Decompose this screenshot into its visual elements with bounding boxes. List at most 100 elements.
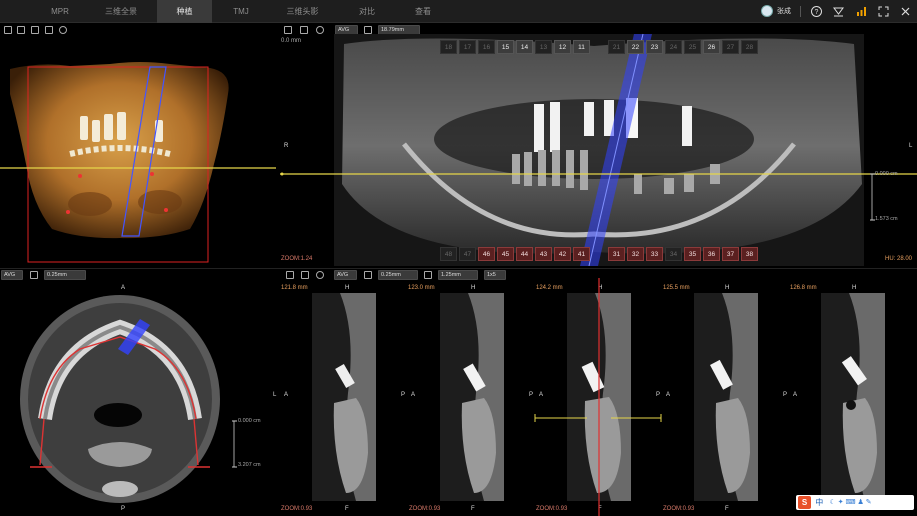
tooth-25[interactable]: 25 <box>684 40 701 54</box>
slice-5-a: A <box>793 392 798 398</box>
tooth-17[interactable]: 17 <box>459 40 476 54</box>
slice-1-h: H <box>345 285 350 291</box>
slice-1-zoom: ZOOM:0.93 <box>281 506 313 512</box>
close-icon[interactable] <box>899 5 912 18</box>
user-avatar[interactable] <box>761 5 773 17</box>
pano-side-right: R <box>284 143 289 149</box>
3d-render <box>0 62 276 263</box>
slice-4-pos: 125.5 mm <box>663 285 690 291</box>
tooth-35[interactable]: 35 <box>684 247 701 261</box>
tab-view[interactable]: 查看 <box>405 0 441 23</box>
tooth-47[interactable]: 47 <box>459 247 476 261</box>
tooth-44[interactable]: 44 <box>516 247 533 261</box>
tooth-18[interactable]: 18 <box>440 40 457 54</box>
pano-scale-top: 0.000 cm <box>875 171 898 177</box>
help-icon[interactable]: ? <box>810 5 823 18</box>
slice-2-f: F <box>471 506 475 512</box>
slice-2-pos: 123.0 mm <box>408 285 435 291</box>
tooth-15[interactable]: 15 <box>497 40 514 54</box>
pano-zoom: ZOOM:1.24 <box>281 256 313 262</box>
tooth-33[interactable]: 33 <box>646 247 663 261</box>
pano-depth: 0.0 mm <box>281 38 302 44</box>
axial-panel[interactable]: AVG 0.25mm A P 0.000 cm 3.207 cm <box>0 268 276 516</box>
tooth-38[interactable]: 38 <box>741 247 758 261</box>
tooth-41[interactable]: 41 <box>573 247 590 261</box>
tooth-12[interactable]: 12 <box>554 40 571 54</box>
3d-view-panel[interactable] <box>0 24 276 264</box>
settings-icon[interactable] <box>316 26 324 34</box>
cross-avg-select[interactable]: AVG <box>334 270 357 280</box>
chart-icon[interactable] <box>855 5 868 18</box>
axial-scale-top: 0.000 cm <box>238 418 261 424</box>
fullscreen-icon[interactable] <box>877 5 890 18</box>
tooth-28[interactable]: 28 <box>741 40 758 54</box>
ime-tools-icon[interactable]: ☾ ✦ ⌨ ♟ ✎ <box>829 495 871 510</box>
slice-2-image <box>440 293 504 501</box>
download-icon[interactable] <box>832 5 845 18</box>
tooth-48[interactable]: 48 <box>440 247 457 261</box>
tab-3d-ceph[interactable]: 三维头影 <box>280 0 325 23</box>
ime-toolbar[interactable]: S 中 ☾ ✦ ⌨ ♟ ✎ <box>796 495 914 510</box>
slice-1-pos: 121.8 mm <box>281 285 308 291</box>
slice-1-l: L <box>273 392 277 398</box>
slice-4-a: A <box>666 392 671 398</box>
tooth-45[interactable]: 45 <box>497 247 514 261</box>
tab-implant[interactable]: 种植 <box>157 0 212 23</box>
tooth-22[interactable]: 22 <box>627 40 644 54</box>
slice-5-pos: 126.8 mm <box>790 285 817 291</box>
cross-spacing-icon[interactable] <box>424 271 432 279</box>
slice-4-h: H <box>725 285 730 291</box>
tab-compare[interactable]: 对比 <box>349 0 385 23</box>
top-toolbar: MPR 三维全景 种植 TMJ 三维头影 对比 查看 张成 ? <box>0 0 917 23</box>
axial-scale-bottom: 3.207 cm <box>238 462 261 468</box>
cross-thickness-select[interactable]: 0.25mm <box>378 270 418 280</box>
pano-scale-bottom: 1.573 cm <box>875 216 898 222</box>
tooth-36[interactable]: 36 <box>703 247 720 261</box>
slice-4-l: P <box>656 392 661 398</box>
tooth-13[interactable]: 13 <box>535 40 552 54</box>
cross-layout-select[interactable]: 1x5 <box>484 270 506 280</box>
slice-2-h: H <box>471 285 476 291</box>
tooth-14[interactable]: 14 <box>516 40 533 54</box>
tooth-43[interactable]: 43 <box>535 247 552 261</box>
tooth-42[interactable]: 42 <box>554 247 571 261</box>
tab-3d-panorama[interactable]: 三维全景 <box>99 0 143 23</box>
tooth-21[interactable]: 21 <box>608 40 625 54</box>
tooth-37[interactable]: 37 <box>722 247 739 261</box>
user-name[interactable]: 张成 <box>777 0 791 23</box>
slice-5-image <box>821 293 885 501</box>
slice-5-h: H <box>852 285 857 291</box>
ime-logo-icon: S <box>798 496 811 509</box>
toolbar-divider <box>800 6 801 17</box>
tooth-24[interactable]: 24 <box>665 40 682 54</box>
panoramic-panel[interactable]: AVG 18.79mm 0.0 mm R L H <box>280 24 917 266</box>
slice-3-crosshair[interactable] <box>533 278 663 516</box>
tooth-11[interactable]: 11 <box>573 40 590 54</box>
slice-2-l: P <box>401 392 406 398</box>
tooth-32[interactable]: 32 <box>627 247 644 261</box>
pano-reference-line[interactable] <box>280 169 917 179</box>
expand-icon[interactable] <box>300 26 308 34</box>
tooth-16[interactable]: 16 <box>478 40 495 54</box>
tooth-27[interactable]: 27 <box>722 40 739 54</box>
tooth-26[interactable]: 26 <box>703 40 720 54</box>
tooth-23[interactable]: 23 <box>646 40 663 54</box>
screenshot-icon[interactable] <box>284 26 292 34</box>
cross-spacing-select[interactable]: 1.25mm <box>438 270 478 280</box>
pano-hu: HU: 28.00 <box>885 256 913 262</box>
slice-5-l: P <box>783 392 788 398</box>
tab-mpr[interactable]: MPR <box>40 0 80 23</box>
cross-settings-icon[interactable] <box>316 271 324 279</box>
cross-expand-icon[interactable] <box>301 271 309 279</box>
axial-image <box>20 295 220 503</box>
tooth-34[interactable]: 34 <box>665 247 682 261</box>
pano-scale-bar <box>870 173 875 221</box>
cross-screenshot-icon[interactable] <box>286 271 294 279</box>
cross-copy-icon[interactable] <box>364 271 372 279</box>
tab-tmj[interactable]: TMJ <box>223 0 259 23</box>
ime-mode-label[interactable]: 中 <box>815 498 823 507</box>
tooth-31[interactable]: 31 <box>608 247 625 261</box>
slice-4-image <box>694 293 758 501</box>
tooth-46[interactable]: 46 <box>478 247 495 261</box>
slice-1-f: F <box>345 506 349 512</box>
